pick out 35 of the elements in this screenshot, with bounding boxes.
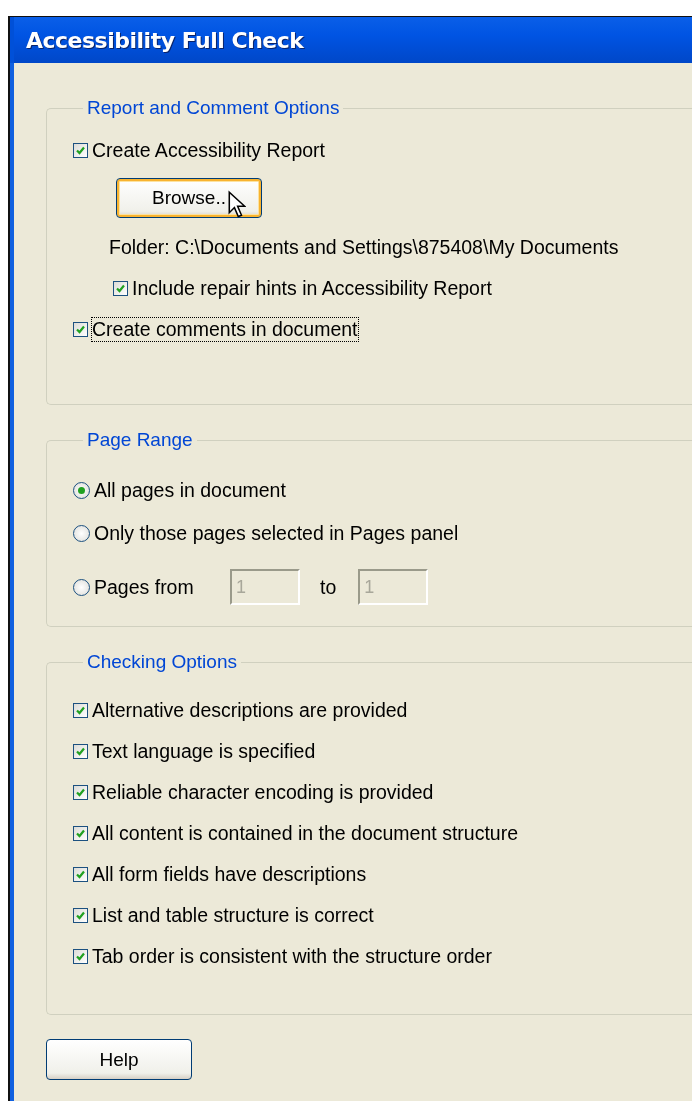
checkbox-label: Create Accessibility Report <box>92 139 325 162</box>
radio-button[interactable] <box>73 482 90 499</box>
group-title: Page Range <box>86 429 194 451</box>
radio-label: All pages in document <box>94 479 286 502</box>
checkbox[interactable] <box>73 143 88 158</box>
checkbox-label: Tab order is consistent with the structure order <box>92 945 492 968</box>
window-title: Accessibility Full Check <box>26 27 304 53</box>
checkbox[interactable] <box>73 785 88 800</box>
checkbox-label: Include repair hints in Accessibility Report <box>132 277 492 300</box>
checkbox-label: All content is contained in the document structure <box>92 822 518 845</box>
checkbox-label: All form fields have descriptions <box>92 863 367 886</box>
radio-button[interactable] <box>73 578 90 596</box>
checkbox[interactable] <box>73 322 88 337</box>
to-label: to <box>320 575 337 599</box>
checkbox[interactable] <box>73 908 88 923</box>
checkbox[interactable] <box>73 744 88 759</box>
checkbox-label: Text language is specified <box>92 740 316 763</box>
group-title: Report and Comment Options <box>86 97 341 119</box>
mouse-pointer-icon <box>228 190 246 220</box>
checkbox[interactable] <box>73 703 88 718</box>
group-title: Checking Options <box>86 651 238 673</box>
checkbox-label: Create comments in document <box>92 318 358 341</box>
browse-button[interactable]: Browse.. <box>116 178 262 218</box>
checkbox[interactable] <box>73 867 88 882</box>
checkbox[interactable] <box>73 949 88 964</box>
folder-path: Folder: C:\Documents and Settings\875408\My Documents <box>109 236 620 259</box>
radio-label: Only those pages selected in Pages panel <box>94 522 459 545</box>
checkbox[interactable] <box>113 281 128 296</box>
radio-button[interactable] <box>73 525 90 542</box>
radio-label: Pages from <box>94 575 195 599</box>
checkbox-label: Alternative descriptions are provided <box>92 699 408 722</box>
checkbox[interactable] <box>73 826 88 841</box>
checkbox-label: Reliable character encoding is provided <box>92 781 434 804</box>
checkbox-label: List and table structure is correct <box>92 904 374 927</box>
help-button[interactable]: Help <box>46 1039 192 1080</box>
